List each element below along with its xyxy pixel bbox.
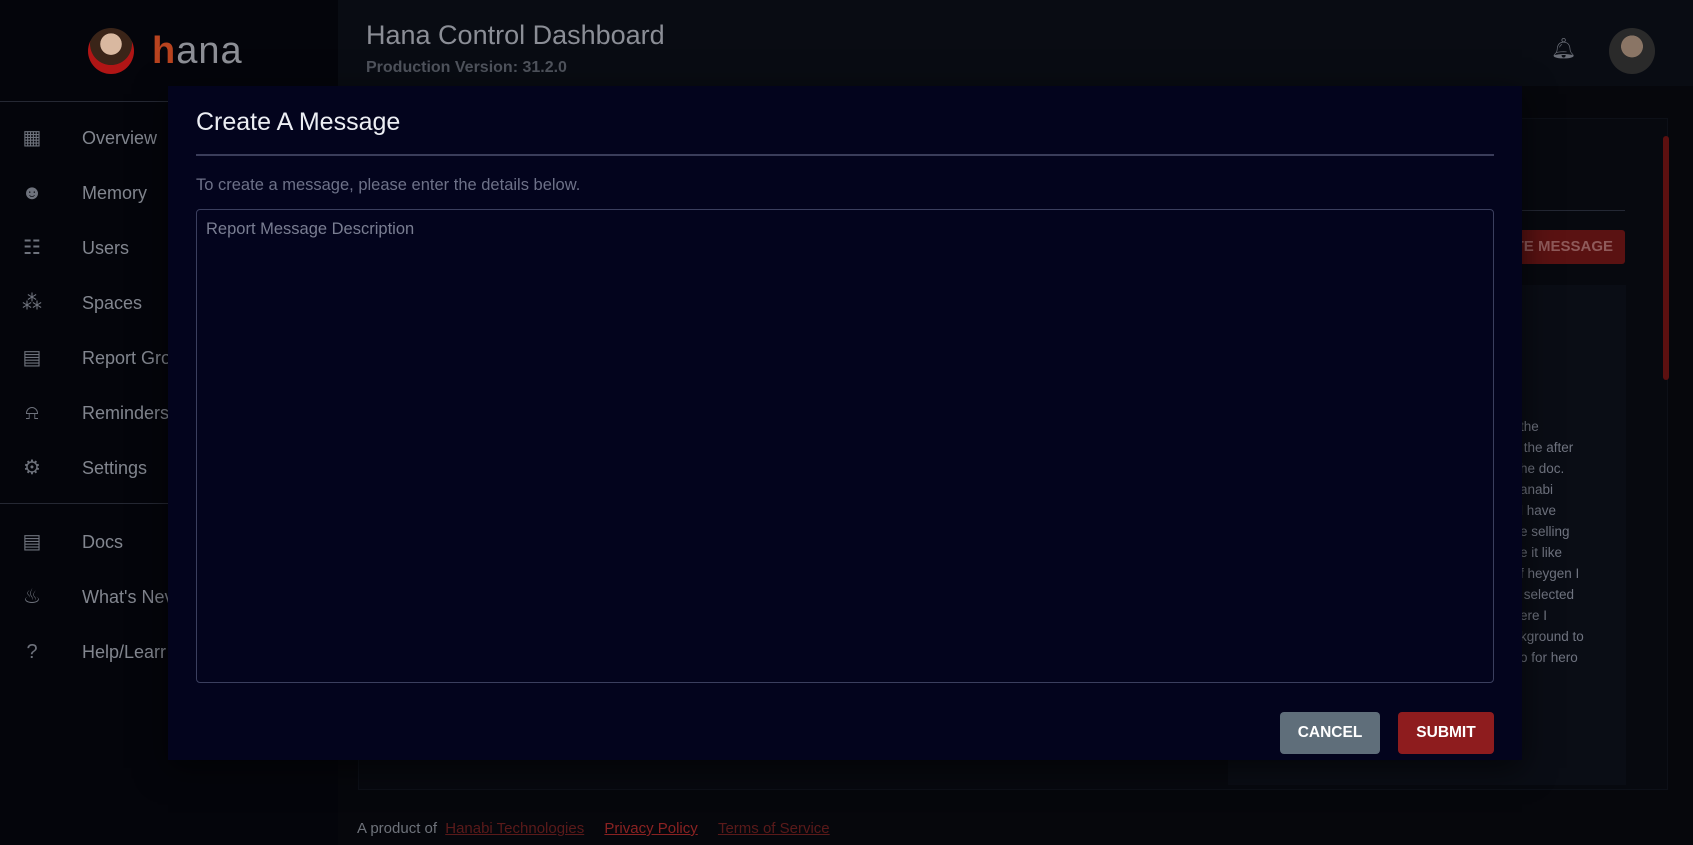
alarm-bell-icon: ⍾ xyxy=(25,402,39,424)
sidebar-item-report-groups[interactable]: ▤ Report Gro xyxy=(0,338,172,378)
page-title: Hana Control Dashboard xyxy=(366,20,665,50)
cancel-button[interactable]: CANCEL xyxy=(1280,712,1380,754)
dialog-title: Create A Message xyxy=(196,108,401,136)
divider xyxy=(196,154,1494,156)
terms-link[interactable]: Terms of Service xyxy=(718,820,830,837)
scrollbar[interactable] xyxy=(1663,136,1669,380)
dashboard-icon: ▦ xyxy=(22,127,42,149)
privacy-policy-link[interactable]: Privacy Policy xyxy=(604,820,697,837)
footer: A product of Hanabi Technologies Privacy… xyxy=(357,820,830,837)
fire-icon: ♨ xyxy=(23,586,41,608)
dialog-description: To create a message, please enter the de… xyxy=(196,176,581,194)
create-message-dialog: Create A Message To create a message, pl… xyxy=(168,86,1522,760)
logo[interactable]: hana xyxy=(88,28,243,74)
bell-icon[interactable]: 🔔︎ xyxy=(1551,36,1576,60)
sidebar-item-whats-new[interactable]: ♨ What's Nev xyxy=(0,577,173,617)
version-label: Production Version: 31.2.0 xyxy=(366,59,567,76)
sidebar-item-memory[interactable]: ☻ Memory xyxy=(0,173,147,213)
message-description-input[interactable] xyxy=(196,209,1494,683)
brain-head-icon: ☻ xyxy=(21,182,43,204)
help-icon: ? xyxy=(26,641,38,663)
message-text: the the after he doc. anabi l have e sel… xyxy=(1520,419,1584,665)
gear-icon: ⚙ xyxy=(23,457,41,479)
sidebar-item-reminders[interactable]: ⍾ Reminders xyxy=(0,393,169,433)
document-icon: ▤ xyxy=(22,531,42,553)
submit-button[interactable]: SUBMIT xyxy=(1398,712,1494,754)
report-icon: ▤ xyxy=(22,347,42,369)
sidebar-item-users[interactable]: ☷ Users xyxy=(0,228,129,268)
sidebar-item-settings[interactable]: ⚙ Settings xyxy=(0,448,147,488)
workspaces-icon: ⁂ xyxy=(22,292,42,314)
sidebar-item-overview[interactable]: ▦ Overview xyxy=(0,118,157,158)
sidebar-item-docs[interactable]: ▤ Docs xyxy=(0,522,123,562)
hana-avatar xyxy=(88,28,134,74)
sidebar-item-help[interactable]: ? Help/Learr xyxy=(0,632,166,672)
company-link[interactable]: Hanabi Technologies xyxy=(445,820,584,837)
group-icon: ☷ xyxy=(23,237,41,259)
sidebar-item-spaces[interactable]: ⁂ Spaces xyxy=(0,283,142,323)
user-avatar[interactable] xyxy=(1609,28,1655,74)
header: Hana Control Dashboard Production Versio… xyxy=(338,0,1693,86)
brand-wordmark: hana xyxy=(152,29,243,72)
